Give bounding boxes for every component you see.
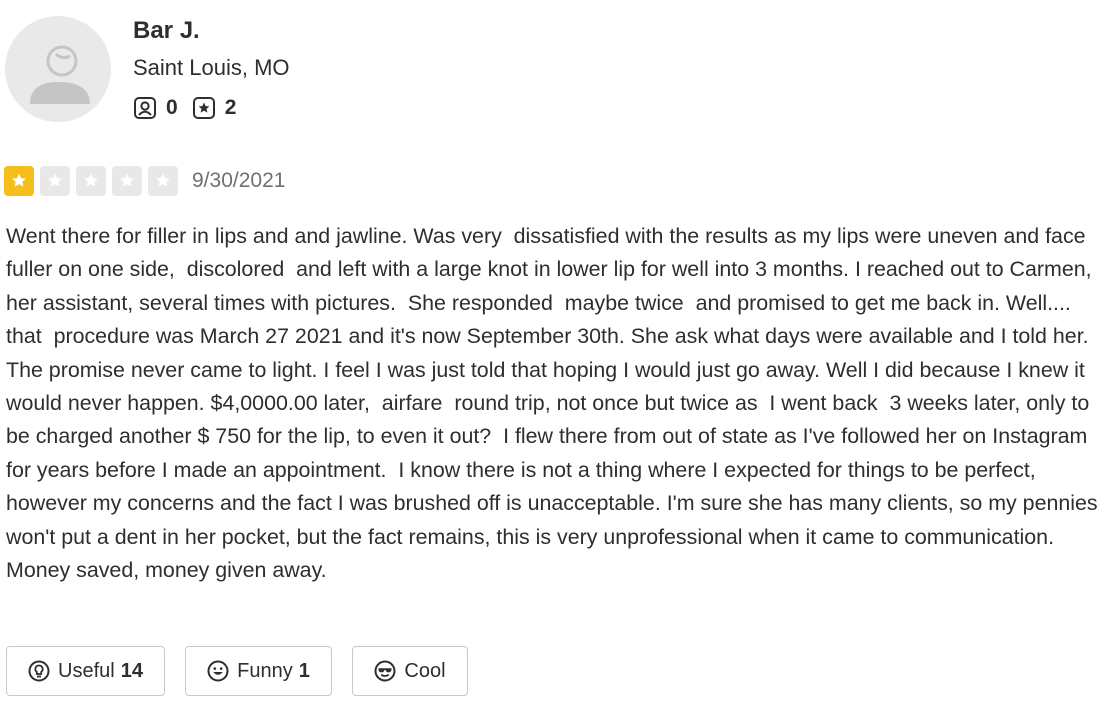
funny-count: 1: [298, 659, 310, 682]
friends-count: 0: [166, 96, 178, 119]
useful-count: 14: [120, 659, 143, 682]
cool-label: Cool: [404, 659, 446, 682]
reviews-stat: 2: [192, 96, 237, 120]
review-star-icon: [192, 97, 215, 119]
review-rating-row: 9/30/2021: [4, 166, 285, 196]
star-filled: [4, 166, 34, 196]
reviewer-stats: 0 2: [133, 94, 250, 122]
cool-sunglasses-icon: [374, 660, 396, 682]
funny-button[interactable]: Funny 1: [185, 646, 332, 696]
useful-lightbulb-icon: [28, 660, 50, 682]
reviewer-location: Saint Louis, MO: [133, 55, 290, 80]
star-empty: [76, 166, 106, 196]
friends-icon: [134, 97, 156, 119]
star-icon: [48, 173, 62, 187]
star-icon: [84, 173, 98, 187]
useful-label: Useful: [58, 659, 115, 682]
star-icon: [156, 173, 170, 187]
reviewer-name[interactable]: Bar J.: [133, 16, 200, 46]
reviews-count: 2: [224, 96, 237, 119]
funny-smile-icon: [207, 660, 229, 682]
cool-button[interactable]: Cool: [352, 646, 468, 696]
review-text: Went there for filler in lips and and ja…: [6, 224, 1104, 583]
star-icon: [120, 173, 134, 187]
review-date: 9/30/2021: [192, 169, 286, 192]
default-user-avatar-icon[interactable]: [4, 16, 112, 122]
review-card: Bar J. Saint Louis, MO 0 2 9/30/2021 Wen…: [0, 0, 1104, 704]
star-empty: [112, 166, 142, 196]
friends-stat: 0: [133, 96, 178, 120]
star-rating: [4, 166, 184, 196]
useful-button[interactable]: Useful 14: [6, 646, 165, 696]
star-icon: [12, 173, 26, 187]
star-empty: [148, 166, 178, 196]
reaction-buttons: Useful 14 Funny 1 Cool: [6, 646, 488, 696]
funny-label: Funny: [237, 659, 293, 682]
star-empty: [40, 166, 70, 196]
